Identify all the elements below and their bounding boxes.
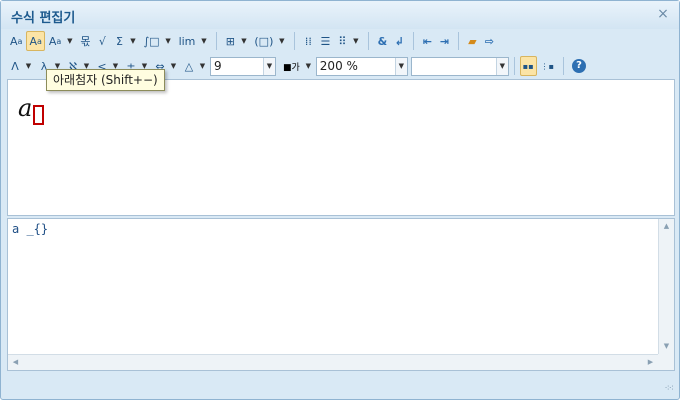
arrow-dropdown[interactable]: ▼	[169, 56, 178, 76]
superscript-button[interactable]: Aa	[7, 31, 25, 51]
sum-button[interactable]: Σ	[111, 31, 127, 51]
limit-dropdown[interactable]: ▼	[199, 31, 208, 51]
scroll-down-icon[interactable]: ▼	[659, 339, 674, 354]
formula-text: a	[18, 94, 33, 122]
toolbar-separator	[563, 57, 565, 75]
folder-open-icon[interactable]: ▰	[464, 31, 480, 51]
equation-editor-window: 수식 편집기 × Aa Aa Aa ▼ 몫 √ Σ ▼ ∫□ ▼ lim ▼ ⊞…	[0, 0, 680, 400]
font-size-dropdown-icon[interactable]: ▼	[263, 57, 275, 75]
font-size-select[interactable]: 9 ▼	[210, 56, 276, 76]
vertical-scrollbar[interactable]: ▲ ▼	[658, 219, 674, 370]
triangle-button[interactable]: △	[181, 56, 197, 76]
help-icon: ?	[572, 59, 587, 73]
zoom-value: 200 %	[319, 58, 358, 73]
toolbar-top: Aa Aa Aa ▼ 몫 √ Σ ▼ ∫□ ▼ lim ▼ ⊞ ▼ (□) ▼ …	[7, 29, 673, 53]
triangle-dropdown[interactable]: ▼	[198, 56, 207, 76]
scroll-up-icon[interactable]: ▲	[659, 219, 674, 234]
ampersand-button[interactable]: &	[374, 31, 390, 51]
limit-button[interactable]: lim	[176, 31, 199, 51]
toolbar-separator	[458, 32, 460, 50]
zoom-dropdown-icon[interactable]: ▼	[394, 57, 407, 75]
formula-editor-area[interactable]: a	[7, 79, 675, 216]
scroll-left-icon[interactable]: ◀	[8, 355, 23, 370]
subscript-tooltip: 아래첨자 (Shift+−)	[46, 69, 165, 91]
root-button[interactable]: √	[94, 31, 110, 51]
title-bar: 수식 편집기 ×	[1, 1, 679, 29]
bracket-dropdown[interactable]: ▼	[277, 31, 286, 51]
above-script-dropdown[interactable]: ▼	[65, 31, 74, 51]
newline-button[interactable]: ↲	[391, 31, 407, 51]
text-color-dropdown[interactable]: ▼	[304, 56, 313, 76]
array-dropdown[interactable]: ▼	[351, 31, 360, 51]
integral-button[interactable]: ∫□	[140, 31, 162, 51]
status-bar: ⁖⁖	[7, 375, 675, 395]
subscript-button[interactable]: Aa	[26, 31, 45, 51]
layout-dropdown[interactable]: ▼	[239, 31, 248, 51]
insert-icon[interactable]: ⇨	[481, 31, 497, 51]
horizontal-scrollbar[interactable]: ◀ ▶	[8, 354, 658, 370]
scrollbar-corner	[658, 354, 674, 370]
fraction-button[interactable]: 몫	[77, 31, 93, 51]
scroll-right-icon[interactable]: ▶	[643, 355, 658, 370]
view-script-button[interactable]: ⋮▪	[538, 56, 557, 76]
help-button[interactable]: ?	[569, 56, 589, 76]
toolbar-separator	[513, 57, 515, 75]
text-color-button[interactable]: ■가	[280, 56, 303, 76]
script-text: a _{}	[12, 222, 49, 236]
insertion-placeholder[interactable]	[33, 105, 44, 125]
layout-button[interactable]: ⊞	[222, 31, 238, 51]
font-select[interactable]: ▼	[410, 56, 509, 76]
script-source-area[interactable]: a _{} ▲ ▼ ◀ ▶	[7, 218, 675, 371]
toolbar-separator	[294, 32, 296, 50]
align-button[interactable]: ☰	[317, 31, 333, 51]
toolbar-separator	[216, 32, 218, 50]
array-button[interactable]: ⠿	[334, 31, 350, 51]
sum-dropdown[interactable]: ▼	[128, 31, 137, 51]
resize-grip-icon[interactable]: ⁖⁖	[664, 384, 673, 394]
greek-button[interactable]: Λ	[7, 56, 23, 76]
bracket-button[interactable]: (□)	[251, 31, 276, 51]
greek-dropdown[interactable]: ▼	[24, 56, 33, 76]
font-select-dropdown-icon[interactable]: ▼	[495, 57, 508, 75]
zoom-select[interactable]: 200 % ▼	[315, 56, 408, 76]
window-title: 수식 편집기	[11, 11, 76, 26]
toolbar-separator	[368, 32, 370, 50]
prev-button[interactable]: ⇤	[419, 31, 435, 51]
view-mode-button[interactable]: ▪▪	[519, 56, 537, 76]
font-size-value: 9	[214, 58, 222, 73]
close-icon[interactable]: ×	[655, 6, 671, 22]
next-button[interactable]: ⇥	[436, 31, 452, 51]
matrix-button[interactable]: ⁞⁞	[300, 31, 316, 51]
toolbar-separator	[413, 32, 415, 50]
integral-dropdown[interactable]: ▼	[164, 31, 173, 51]
above-script-button[interactable]: Aa	[46, 31, 64, 51]
